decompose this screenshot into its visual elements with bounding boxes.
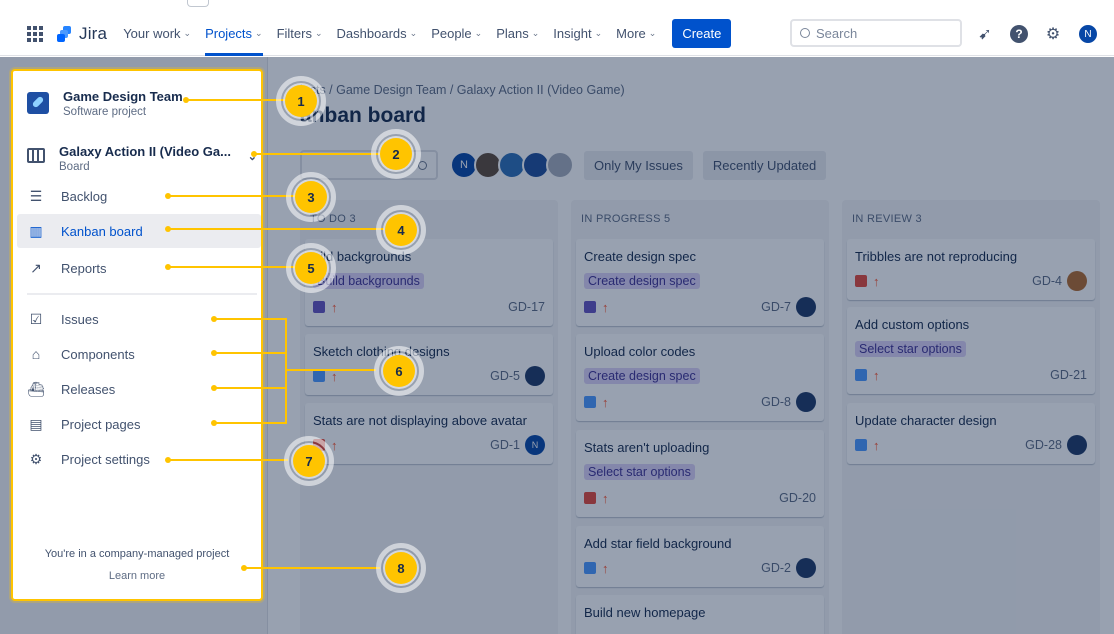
nav-more[interactable]: More ⌄ — [616, 12, 656, 56]
sidebar-item-label: Kanban board — [61, 223, 143, 239]
board-icon — [27, 148, 45, 163]
create-button[interactable]: Create — [672, 19, 732, 48]
project-avatar-icon — [27, 92, 49, 114]
sidebar-item-issues[interactable]: ☑ Issues — [17, 302, 261, 336]
help-icon[interactable]: ? — [1009, 25, 1029, 43]
sidebar-item-label: Backlog — [61, 188, 108, 204]
board-switcher[interactable]: Galaxy Action II (Video Ga... Board ⌄ — [27, 144, 257, 173]
nav-plans-label: Plans — [496, 26, 529, 41]
jira-logo-icon — [57, 25, 73, 42]
nav-insight-label: Insight — [553, 26, 592, 41]
sidebar-item-label: Issues — [61, 311, 99, 327]
nav-people-label: People — [431, 26, 472, 41]
app-switcher-icon[interactable] — [27, 25, 43, 42]
jira-page: Jira Your work ⌄ Projects ⌄ Filters ⌄ Dashb… — [0, 0, 1114, 634]
chevron-down-icon: ⌄ — [409, 28, 418, 38]
chevron-down-icon: ⌄ — [594, 28, 603, 38]
sidebar-item-backlog[interactable]: ☰ Backlog — [17, 179, 261, 213]
project-sidebar: Game Design Team Software project Galaxy… — [11, 69, 263, 601]
sidebar-item-label: Project settings — [61, 451, 150, 467]
main-menu: Your work ⌄ Projects ⌄ Filters ⌄ Dashboards… — [123, 12, 732, 56]
nav-filters-label: Filters — [276, 26, 312, 41]
nav-plans[interactable]: Plans ⌄ — [496, 12, 539, 56]
sidebar-item-project-settings[interactable]: ⚙ Project settings — [17, 442, 261, 476]
nav-your-work-label: Your work — [123, 26, 181, 41]
project-name: Game Design Team — [63, 89, 183, 104]
nav-dashboards[interactable]: Dashboards ⌄ — [337, 12, 418, 56]
nav-your-work[interactable]: Your work ⌄ — [123, 12, 191, 56]
nav-dashboards-label: Dashboards — [336, 26, 407, 41]
board-icon: ▥ — [29, 222, 43, 239]
search-icon — [800, 28, 810, 38]
settings-gear-icon[interactable]: ⚙ — [1043, 24, 1063, 44]
nav-people[interactable]: People ⌄ — [431, 12, 482, 56]
chevron-down-icon: ⌄ — [531, 28, 540, 38]
nav-insight[interactable]: Insight ⌄ — [553, 12, 602, 56]
board-type: Board — [59, 161, 90, 173]
search-placeholder: Search — [816, 25, 858, 41]
nav-icons: ➹ ? ⚙ N — [975, 12, 1099, 56]
sidebar-item-project-pages[interactable]: ▤ Project pages — [17, 407, 261, 441]
sidebar-item-label: Project pages — [61, 416, 141, 432]
nav-projects[interactable]: Projects ⌄ — [205, 12, 263, 56]
jira-logo-text: Jira — [79, 23, 108, 43]
chevron-down-icon: ⌄ — [183, 28, 192, 38]
gear-icon: ⚙ — [29, 450, 43, 467]
sidebar-item-kanban-board[interactable]: ▥ Kanban board — [17, 214, 261, 248]
user-avatar[interactable]: N — [1077, 23, 1099, 45]
backlog-icon: ☰ — [29, 187, 43, 204]
chevron-down-icon: ⌄ — [648, 28, 657, 38]
releases-icon: ⛴ — [27, 380, 45, 397]
company-managed-note: You're in a company-managed project — [44, 548, 230, 560]
chevron-down-icon: ⌄ — [314, 28, 323, 38]
project-type: Software project — [63, 106, 147, 118]
sidebar-item-releases[interactable]: ⛴ Releases — [17, 372, 261, 406]
notifications-icon[interactable]: ➹ — [975, 24, 995, 44]
window-tab — [187, 0, 209, 7]
jira-logo[interactable]: Jira — [57, 24, 107, 44]
nav-projects-label: Projects — [205, 26, 253, 41]
sidebar-item-reports[interactable]: ↗ Reports — [17, 251, 261, 285]
chevron-down-icon: ⌄ — [474, 28, 483, 38]
nav-more-label: More — [616, 26, 646, 41]
sidebar-divider — [27, 293, 257, 295]
pages-icon: ▤ — [29, 415, 43, 432]
board-name: Galaxy Action II (Video Ga... — [59, 144, 231, 159]
chevron-down-icon[interactable]: ⌄ — [248, 150, 257, 163]
reports-icon: ↗ — [30, 259, 42, 276]
sidebar-item-components[interactable]: ⌂ Components — [17, 337, 261, 371]
sidebar-item-label: Releases — [61, 381, 116, 397]
learn-more-link[interactable]: Learn more — [13, 570, 261, 582]
issues-icon: ☑ — [29, 310, 43, 327]
sidebar-item-label: Components — [61, 346, 135, 362]
nav-filters[interactable]: Filters ⌄ — [277, 12, 323, 56]
components-icon: ⌂ — [31, 346, 41, 362]
search-input[interactable]: Search — [790, 19, 962, 47]
project-header[interactable]: Game Design Team Software project — [27, 89, 183, 118]
chevron-down-icon: ⌄ — [255, 28, 263, 38]
top-strip — [0, 0, 1114, 12]
sidebar-item-label: Reports — [61, 260, 107, 276]
